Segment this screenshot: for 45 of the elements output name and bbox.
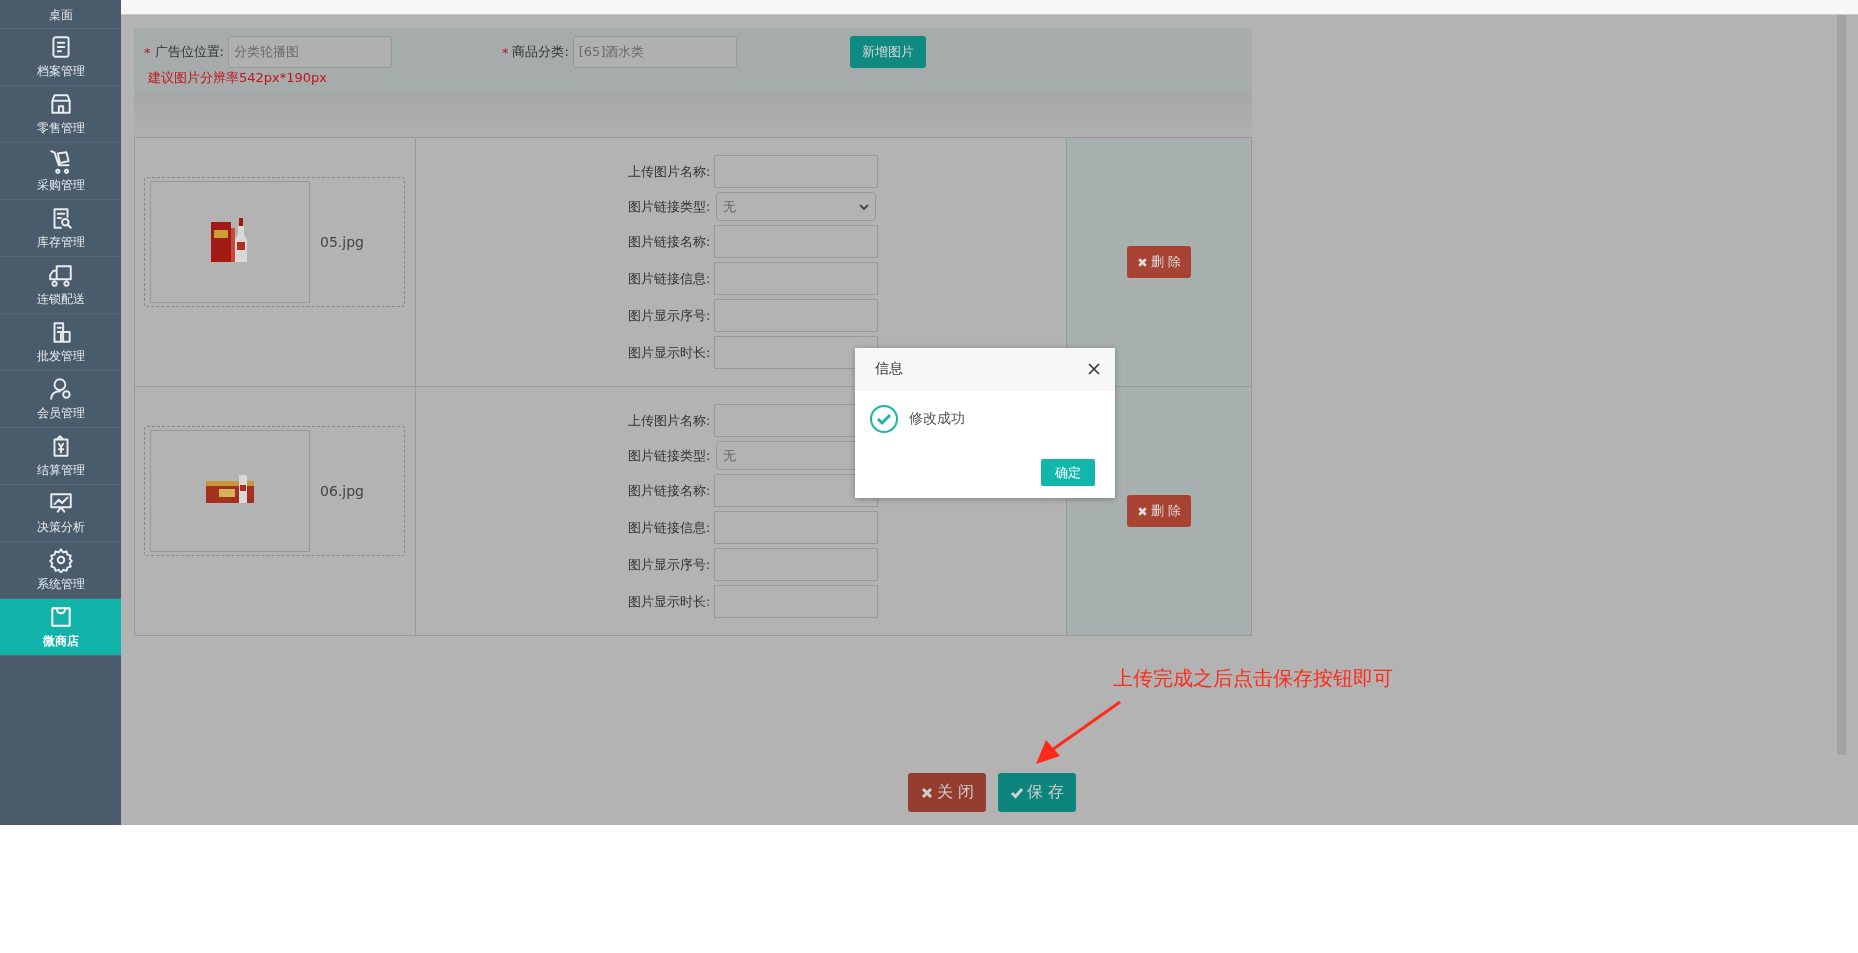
required-mark: * — [144, 44, 151, 60]
field-label: 广告位位置: — [154, 43, 224, 61]
field-label: 图片链接信息: — [628, 269, 711, 288]
field-label: 图片显示时长: — [628, 343, 711, 362]
field-label: 上传图片名称: — [628, 162, 711, 181]
file-name: 05.jpg — [320, 234, 364, 250]
dialog-title: 信息 — [875, 359, 903, 378]
check-icon — [1010, 785, 1025, 800]
input-field[interactable] — [714, 262, 879, 295]
file-name: 06.jpg — [320, 483, 364, 499]
required-mark: * — [501, 44, 509, 60]
delete-button[interactable]: 删 除 — [1126, 495, 1192, 527]
input-field[interactable] — [714, 155, 879, 188]
hint-text: 建议图片分辨率542px*190px — [148, 69, 329, 87]
field-label: 图片显示序号: — [628, 555, 711, 574]
close-icon — [1136, 256, 1148, 268]
user-icon — [47, 376, 74, 402]
chevron-down-icon — [859, 201, 870, 212]
field-label: 上传图片名称: — [628, 411, 711, 430]
dialog-message: 修改成功 — [909, 410, 965, 428]
success-check-icon — [869, 404, 899, 434]
close-icon — [1136, 505, 1148, 517]
delete-button[interactable]: 删 除 — [1126, 246, 1192, 278]
input-field[interactable] — [714, 299, 879, 332]
field-label: 图片显示时长: — [628, 592, 711, 611]
field-label: 图片链接类型: — [628, 446, 711, 465]
input-field[interactable] — [714, 225, 879, 258]
input-field[interactable] — [714, 548, 879, 581]
field-label: 图片链接类型: — [628, 197, 711, 216]
annotation-text: 上传完成之后点击保存按钮即可 — [1113, 665, 1393, 692]
close-icon — [920, 785, 934, 800]
chart-icon — [47, 490, 74, 516]
input-field[interactable] — [714, 585, 879, 618]
input-field[interactable] — [714, 474, 879, 507]
input-field[interactable] — [714, 511, 879, 544]
field-label: 图片链接信息: — [628, 518, 711, 537]
close-icon[interactable] — [1087, 361, 1101, 376]
field-label: 图片显示序号: — [628, 306, 711, 325]
close-button[interactable]: 关 闭 — [908, 773, 987, 812]
gear-icon — [47, 547, 74, 573]
field-label: 图片链接名称: — [628, 232, 711, 251]
truck-icon — [47, 262, 74, 288]
field-label: 图片链接名称: — [628, 481, 711, 500]
field-label: 商品分类: — [512, 43, 569, 61]
scrollbar[interactable] — [1837, 15, 1846, 755]
